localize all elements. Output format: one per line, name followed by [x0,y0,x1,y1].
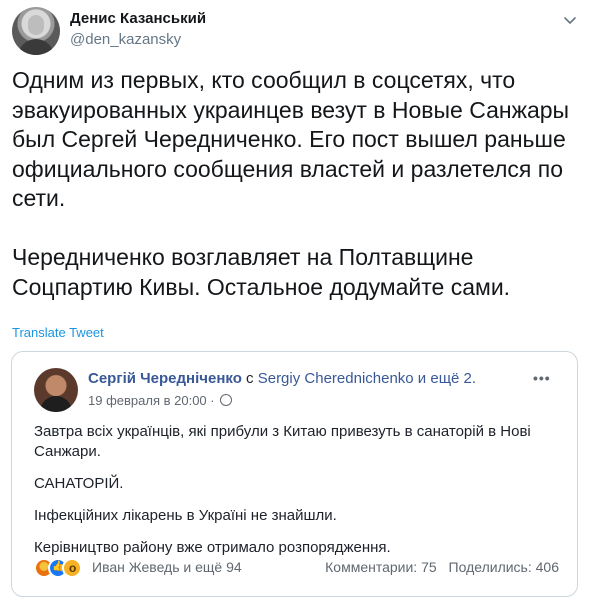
fb-post-date[interactable]: 19 февраля в 20:00 · [88,393,215,408]
translate-tweet-link[interactable]: Translate Tweet [12,325,104,340]
fb-author-name[interactable]: Сергій Чередніченко [88,370,242,387]
author-handle[interactable]: @den_kazansky [70,31,181,48]
fb-author-avatar[interactable] [34,368,78,412]
avatar-face [28,15,44,35]
tweet-text-line: эвакуированных украинцев везут в Новые С… [12,96,570,123]
fb-post-paragraph: САНАТОРІЙ. [34,475,124,492]
tweet-text-line: Чередниченко возглавляет на Полтавщине [12,244,474,270]
embedded-image-card[interactable]: Сергій Чередніченко с Sergiy Cheredniche… [11,351,578,597]
wow-reaction-icon [62,558,82,578]
tweet-text-line: сети. [12,185,66,211]
reactions[interactable] [34,558,88,578]
globe-icon [220,394,233,406]
tweet-text: Одним из первых, кто сообщил в соцсетях,… [12,66,578,302]
more-dots-icon[interactable]: ••• [533,370,551,386]
fb-post-paragraph: Завтра всіх українців, які прибули з Кит… [34,423,531,460]
fb-post-stats: Комментарии: 75 Поделились: 406 [325,559,559,575]
chevron-down-icon[interactable] [562,12,578,28]
fb-post-body: Завтра всіх українців, які прибули з Кит… [34,422,554,570]
comments-count[interactable]: Комментарии: 75 [325,559,437,575]
tweet-text-line: Соцпартию Кивы. Остальное додумайте сами… [12,273,511,300]
tweet-text-line: был Сергей Чередниченко. Его пост вышел … [12,126,566,152]
tweet-text-line: Одним из первых, кто сообщил в соцсетях,… [12,67,516,93]
tweet-text-line: официального сообщения властей и разлете… [12,155,564,182]
shares-count[interactable]: Поделились: 406 [449,559,559,575]
fb-post-header: Сергій Чередніченко с Sergiy Cheredniche… [88,370,476,387]
fb-tagged-users[interactable]: Sergiy Cherednichenko и ещё 2. [258,370,476,387]
avatar-shoulders [18,39,54,55]
fb-post-paragraph: Керівництво району вже отримало розпоряд… [34,539,391,556]
fb-post-meta: 19 февраля в 20:00 · [88,393,233,408]
fb-post-footer: Иван Жеведь и ещё 94 Комментарии: 75 Под… [34,558,559,578]
fb-with-word: с [246,370,254,387]
reactions-summary[interactable]: Иван Жеведь и ещё 94 [92,559,242,575]
avatar[interactable] [12,7,60,55]
tweet: Денис Казанський @den_kazansky Одним из … [0,0,590,606]
author-name[interactable]: Денис Казанський [70,10,206,27]
fb-avatar-body [40,396,72,412]
fb-post-paragraph: Інфекційних лікарень в Україні не знайшл… [34,507,337,524]
